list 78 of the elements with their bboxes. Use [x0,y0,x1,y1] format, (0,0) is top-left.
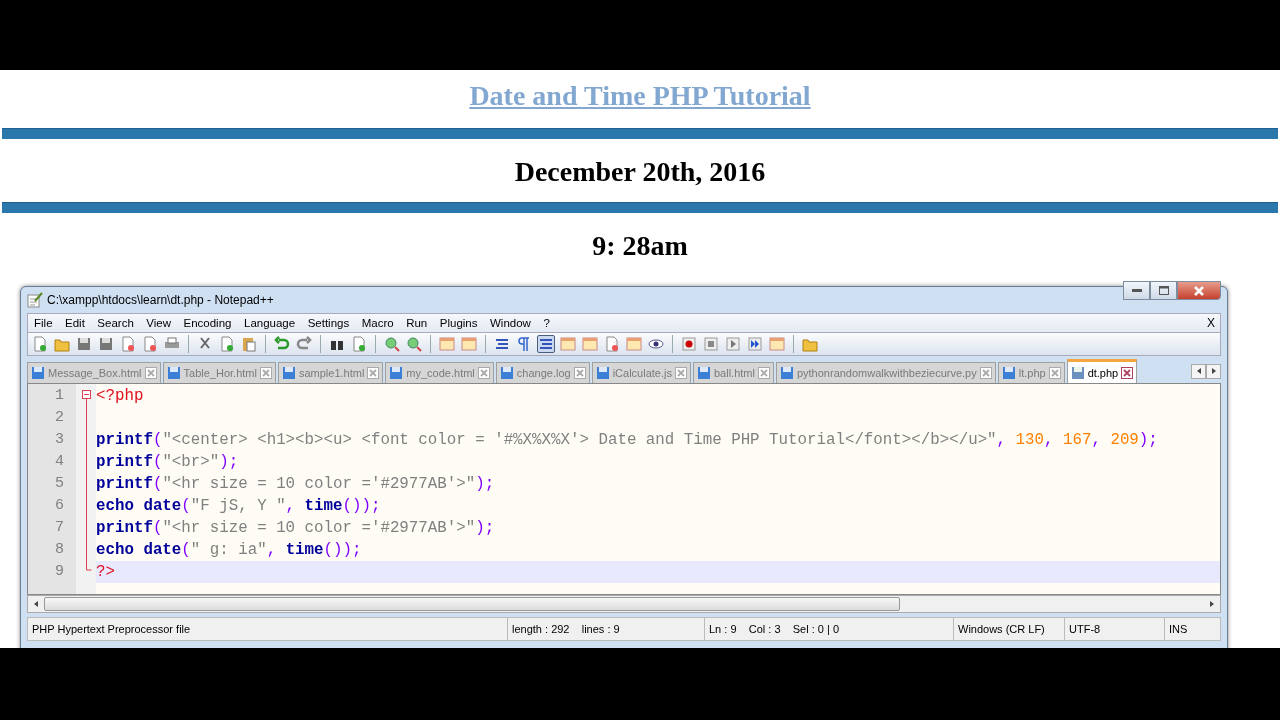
window-title: C:\xampp\htdocs\learn\dt.php - Notepad++ [47,293,274,307]
zoom-out-icon[interactable] [405,335,423,353]
left-arrow-icon [1196,368,1201,374]
code-line: echo date(" g: ia", time()); [96,541,362,559]
line-number: 1 [54,386,65,406]
status-text: Windows (CR LF) [954,618,1065,640]
date-heading: December 20th, 2016 [514,156,766,188]
close-file-icon[interactable] [119,335,137,353]
code-line: printf("<center> <h1><b><u> <font color = '#%X%X%X'> Date and Time PHP Tutorial</font></b></u>", 130, 167, 209); [96,431,1158,449]
line-number: 5 [54,474,65,494]
code-line: printf("<hr size = 10 color ='#2977AB'>"); [96,475,495,493]
close-tab-icon[interactable] [757,367,770,379]
menu-item[interactable]: ? [543,317,550,329]
code-line: ?> [96,563,115,581]
code-line: printf("<br>"); [96,453,239,471]
notepad-icon [27,292,43,308]
code-line: printf("<hr size = 10 color ='#2977AB'>"); [96,519,495,537]
close-tab-icon[interactable] [573,367,586,379]
save-all-icon[interactable] [97,335,115,353]
minimize-icon [1131,288,1142,293]
minimize-button[interactable] [1123,281,1150,300]
menu-item[interactable]: Language [244,317,296,329]
line-number: 7 [54,518,65,538]
line-number: 4 [54,452,65,472]
line-number: 3 [54,430,65,450]
status-text: INS [1168,622,1189,637]
maximize-button[interactable] [1150,281,1177,300]
right-arrow-icon [1211,368,1216,374]
status-text: UTF-8 [1065,618,1165,640]
status-text: PHP Hypertext Preprocessor file [28,618,508,640]
menu-item[interactable]: Encoding [183,317,232,329]
menu-item[interactable]: Edit [65,317,85,329]
new-file-icon[interactable] [31,335,49,353]
menu-item[interactable]: Settings [307,317,350,329]
scroll-right-button[interactable] [1206,363,1221,379]
play-icon[interactable] [724,335,742,353]
scrollbar-thumb[interactable] [44,597,900,611]
close-all-icon[interactable] [141,335,159,353]
close-button[interactable] [1177,281,1221,300]
menu-item[interactable]: Search [97,317,134,329]
close-icon [1193,285,1205,296]
indent-guide-icon[interactable] [537,335,555,353]
scroll-left-button[interactable] [1191,363,1206,379]
status-text: Ln : 9 Col : 3 Sel : 0 | 0 [705,618,954,640]
menu-item[interactable]: File [34,317,53,329]
maximize-icon [1158,286,1169,295]
close-tab-icon[interactable] [1121,366,1134,379]
menu-item[interactable]: View [146,317,171,329]
menu-item[interactable]: Window [490,317,531,329]
close-tab-icon[interactable] [979,367,992,379]
close-document-button[interactable]: X [1207,316,1215,330]
line-number: 6 [54,496,65,516]
close-tab-icon[interactable] [259,367,272,379]
menu-item[interactable]: Macro [361,317,394,329]
status-text: length : 292 lines : 9 [508,618,705,640]
menu-item[interactable]: Run [406,317,428,329]
line-number: 8 [54,540,65,560]
code-line: echo date("F jS, Y ", time()); [96,497,381,515]
close-tab-icon[interactable] [367,367,380,379]
time-heading: 9: 28am [592,230,688,262]
code-line: <?php [96,387,144,405]
line-number: 2 [54,408,65,428]
line-number: 9 [54,562,65,582]
save-icon[interactable] [75,335,93,353]
fast-forward-icon[interactable] [746,335,764,353]
horizontal-scrollbar[interactable] [27,595,1221,613]
close-tab-icon[interactable] [144,367,157,379]
close-tab-icon[interactable] [674,367,687,379]
close-tab-icon[interactable] [477,367,490,379]
file-tab[interactable]: dt.php [1066,359,1138,383]
menu-item[interactable]: Plugins [439,317,478,329]
zoom-in-icon[interactable] [383,335,401,353]
left-arrow-icon[interactable] [34,601,38,607]
stop-icon[interactable] [702,335,720,353]
right-arrow-icon[interactable] [1210,601,1214,607]
paste-icon[interactable] [240,335,258,353]
close-tab-icon[interactable] [1048,367,1061,379]
record-icon[interactable] [680,335,698,353]
